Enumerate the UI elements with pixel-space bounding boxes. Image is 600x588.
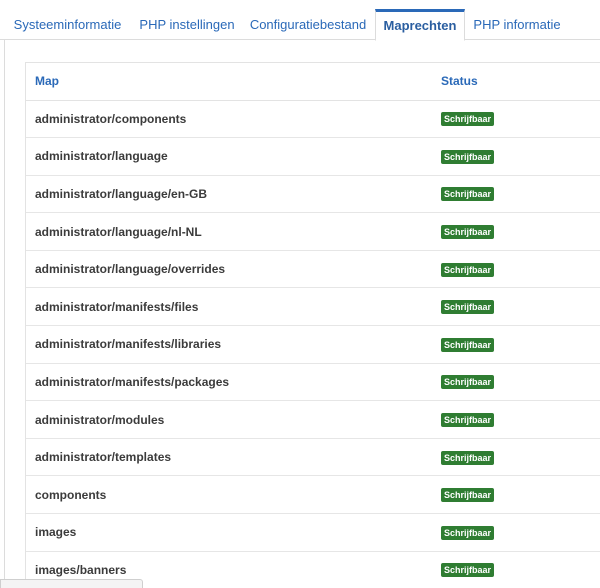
folder-path: components bbox=[26, 475, 432, 515]
folder-path: images bbox=[26, 513, 432, 552]
status-badge: Schrijfbaar bbox=[441, 375, 495, 390]
status-cell: Schrijfbaar bbox=[432, 438, 600, 477]
status-cell: Schrijfbaar bbox=[432, 100, 600, 139]
status-badge: Schrijfbaar bbox=[441, 450, 495, 465]
status-cell: Schrijfbaar bbox=[432, 250, 600, 289]
tab-content-panel: Map Status administrator/components Schri… bbox=[4, 40, 600, 588]
table-header-row: Map Status bbox=[26, 63, 600, 101]
table-row: administrator/modules Schrijfbaar bbox=[26, 400, 600, 439]
status-badge: Schrijfbaar bbox=[441, 187, 495, 202]
status-tooltip-fragment bbox=[0, 579, 143, 588]
table-row: administrator/language/nl-NL Schrijfbaar bbox=[26, 212, 600, 251]
status-badge: Schrijfbaar bbox=[441, 563, 495, 578]
folder-path: administrator/manifests/packages bbox=[26, 363, 432, 402]
status-badge: Schrijfbaar bbox=[441, 225, 495, 240]
status-badge: Schrijfbaar bbox=[441, 149, 495, 164]
folder-permissions-table-wrapper: Map Status administrator/components Schri… bbox=[25, 62, 600, 588]
table-row: components Schrijfbaar bbox=[26, 475, 600, 515]
status-badge: Schrijfbaar bbox=[441, 488, 495, 503]
status-badge: Schrijfbaar bbox=[441, 337, 495, 352]
table-row: administrator/manifests/packages Schrijfb… bbox=[26, 363, 600, 402]
status-cell: Schrijfbaar bbox=[432, 212, 600, 251]
table-row: administrator/language Schrijfbaar bbox=[26, 137, 600, 176]
folder-path: administrator/language/en-GB bbox=[26, 175, 432, 214]
tab-php-instellingen[interactable]: PHP instellingen bbox=[132, 9, 242, 40]
status-cell: Schrijfbaar bbox=[432, 175, 600, 214]
system-information-page: Systeeminformatie PHP instellingen Confi… bbox=[0, 0, 600, 588]
status-badge: Schrijfbaar bbox=[441, 413, 495, 428]
status-badge: Schrijfbaar bbox=[441, 300, 495, 315]
table-row: administrator/manifests/libraries Schrijf… bbox=[26, 325, 600, 364]
table-row: administrator/manifests/files Schrijfbaar bbox=[26, 287, 600, 327]
tab-bar: Systeeminformatie PHP instellingen Confi… bbox=[0, 0, 600, 41]
tab-systeeminformatie[interactable]: Systeeminformatie bbox=[6, 9, 129, 40]
status-cell: Schrijfbaar bbox=[432, 475, 600, 515]
table-body: administrator/components Schrijfbaar admin… bbox=[26, 100, 600, 588]
column-header-map[interactable]: Map bbox=[26, 63, 432, 101]
folder-path: administrator/language/overrides bbox=[26, 250, 432, 289]
table-row: administrator/templates Schrijfbaar bbox=[26, 438, 600, 477]
status-cell: Schrijfbaar bbox=[432, 551, 600, 588]
status-cell: Schrijfbaar bbox=[432, 513, 600, 552]
status-cell: Schrijfbaar bbox=[432, 363, 600, 402]
folder-path: administrator/manifests/libraries bbox=[26, 325, 432, 364]
column-header-status[interactable]: Status bbox=[432, 63, 600, 101]
folder-permissions-table: Map Status administrator/components Schri… bbox=[26, 63, 600, 588]
table-row: administrator/language/en-GB Schrijfbaar bbox=[26, 175, 600, 214]
folder-path: administrator/manifests/files bbox=[26, 287, 432, 327]
folder-path: administrator/modules bbox=[26, 400, 432, 439]
folder-path: administrator/templates bbox=[26, 438, 432, 477]
folder-path: administrator/language bbox=[26, 137, 432, 176]
table-row: administrator/language/overrides Schrijfb… bbox=[26, 250, 600, 289]
table-row: administrator/components Schrijfbaar bbox=[26, 100, 600, 139]
tab-configuratiebestand[interactable]: Configuratiebestand bbox=[246, 9, 370, 40]
tab-maprechten[interactable]: Maprechten bbox=[375, 9, 465, 41]
table-row: images Schrijfbaar bbox=[26, 513, 600, 552]
status-cell: Schrijfbaar bbox=[432, 137, 600, 176]
folder-path: administrator/components bbox=[26, 100, 432, 139]
status-badge: Schrijfbaar bbox=[441, 525, 495, 540]
status-cell: Schrijfbaar bbox=[432, 400, 600, 439]
tab-php-informatie[interactable]: PHP informatie bbox=[468, 9, 566, 40]
status-cell: Schrijfbaar bbox=[432, 325, 600, 364]
status-cell: Schrijfbaar bbox=[432, 287, 600, 327]
status-badge: Schrijfbaar bbox=[441, 112, 495, 127]
folder-path: administrator/language/nl-NL bbox=[26, 212, 432, 251]
status-badge: Schrijfbaar bbox=[441, 262, 495, 277]
